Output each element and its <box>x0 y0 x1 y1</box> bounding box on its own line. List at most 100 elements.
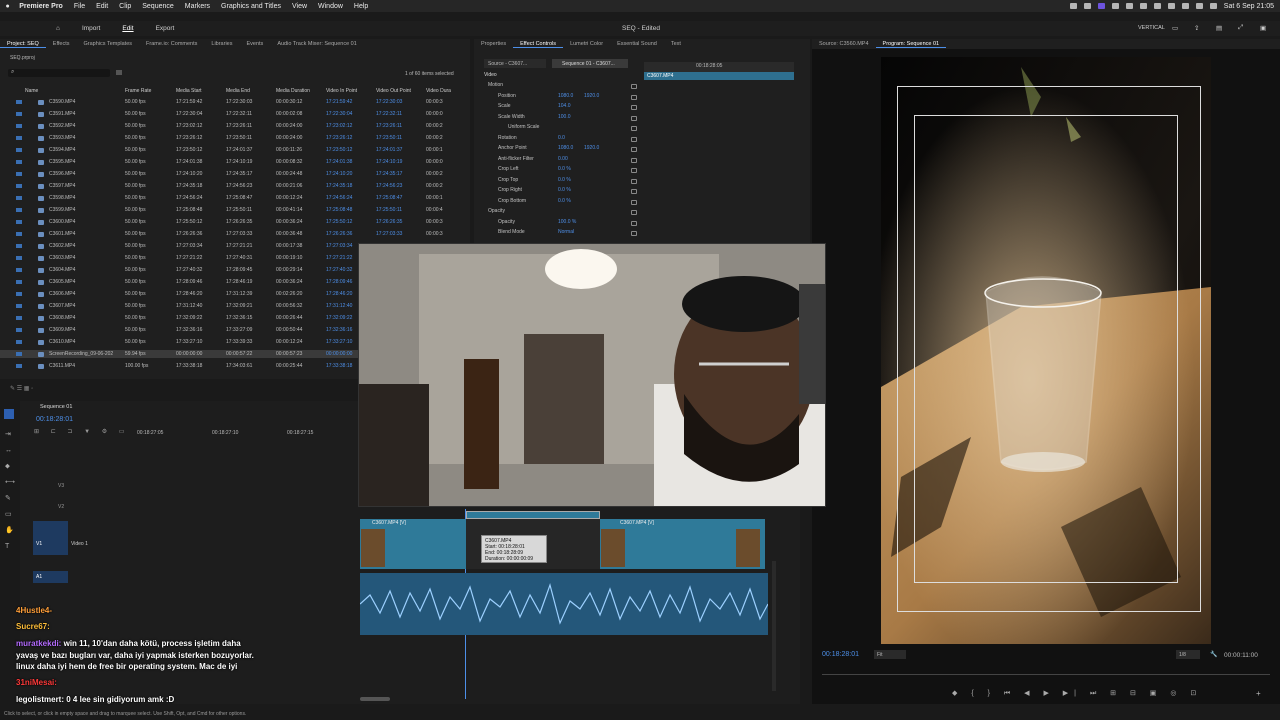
sequence-tab[interactable]: Sequence 01 <box>40 404 72 410</box>
effect-property-value[interactable]: Normal <box>558 229 574 235</box>
display-icon[interactable] <box>1125 3 1133 9</box>
effect-property-row[interactable]: Crop Bottom 0.0 % <box>498 198 808 208</box>
effect-property-row[interactable]: Opacity 100.0 % <box>498 219 808 229</box>
track-v2-header[interactable]: V2 <box>33 504 64 510</box>
effect-property-value[interactable]: 104.0 <box>558 103 571 109</box>
search-icon[interactable] <box>1195 3 1203 9</box>
col-media-duration[interactable]: Media Duration <box>276 88 310 94</box>
menu-graphics[interactable]: Graphics and Titles <box>216 3 287 10</box>
effect-property-value-2[interactable]: 1920.0 <box>584 145 599 151</box>
timeline-vertical-scrollbar[interactable] <box>772 561 776 691</box>
col-video-out[interactable]: Video Out Point <box>376 88 411 94</box>
effect-property-value[interactable]: 0.0 % <box>558 166 571 172</box>
effect-property-row[interactable]: Anchor Point 1080.0 1920.0 <box>498 145 808 155</box>
program-scrubber[interactable] <box>822 667 1270 675</box>
effect-property-row[interactable]: Crop Right 0.0 % <box>498 187 808 197</box>
effect-property-value[interactable]: 0.0 % <box>558 198 571 204</box>
tab-source-monitor[interactable]: Source: C3560.MP4 <box>812 41 876 47</box>
project-row[interactable]: C3596.MP4 50.00 fps 17:24:10:20 17:24:35:17… <box>0 170 470 178</box>
transport-controls[interactable]: ◆ { } ⏮ ◀ ▶ ▶| ⏭ ⊞ ⊟ ▣ ◎ ⊡ <box>952 689 1202 698</box>
project-row[interactable]: C3595.MP4 50.00 fps 17:24:01:38 17:24:10:19… <box>0 158 470 166</box>
import-tab[interactable]: Import <box>71 25 111 32</box>
app-tray-icon[interactable] <box>1111 3 1119 9</box>
effect-property-value[interactable]: 0.0 <box>558 135 565 141</box>
panel-icon[interactable]: ▣ <box>1260 24 1266 32</box>
reset-parameter-icon[interactable] <box>631 147 637 152</box>
col-media-start[interactable]: Media Start <box>176 88 202 94</box>
export-tab[interactable]: Export <box>145 25 186 32</box>
project-row[interactable]: C3601.MP4 50.00 fps 17:26:26:36 17:27:03:33… <box>0 230 470 238</box>
reset-parameter-icon[interactable] <box>631 168 637 173</box>
tab-libraries[interactable]: Libraries <box>204 41 239 47</box>
effect-property-value[interactable]: 0.0 % <box>558 187 571 193</box>
effect-property-row[interactable]: Uniform Scale <box>508 124 808 134</box>
tab-essential-sound[interactable]: Essential Sound <box>610 41 664 47</box>
effect-property-value[interactable]: 0.00 <box>558 156 568 162</box>
effect-property-value[interactable]: 0.0 % <box>558 177 571 183</box>
fullscreen-icon[interactable]: ⤢ <box>1238 24 1243 32</box>
project-row[interactable]: C3599.MP4 50.00 fps 17:25:08:48 17:25:50:11… <box>0 206 470 214</box>
reset-parameter-icon[interactable] <box>631 220 637 226</box>
reset-parameter-icon[interactable] <box>631 199 637 205</box>
cloud-icon[interactable] <box>1083 3 1091 9</box>
menu-window[interactable]: Window <box>313 3 349 10</box>
clock[interactable]: Sat 6 Sep 21:05 <box>1224 3 1274 10</box>
reset-parameter-icon[interactable] <box>631 231 637 236</box>
reset-parameter-icon[interactable] <box>631 115 637 121</box>
quick-export-icon[interactable]: ▤ <box>1216 24 1222 32</box>
share-icon[interactable]: ⇪ <box>1194 24 1199 32</box>
sequence-dropdown[interactable]: Sequence 01 - C3607... <box>552 59 628 68</box>
effect-property-row[interactable]: Crop Top 0.0 % <box>498 177 808 187</box>
tool-icons[interactable]: ⇥ ↔ ⬥ ⟷ ✎ ▭ ✋ T <box>5 427 15 555</box>
project-row[interactable]: C3591.MP4 50.00 fps 17:22:30:04 17:22:32:11… <box>0 110 470 118</box>
menu-file[interactable]: File <box>68 3 90 10</box>
reset-parameter-icon[interactable] <box>631 178 637 184</box>
program-video-frame[interactable] <box>881 57 1211 644</box>
tab-properties[interactable]: Properties <box>474 41 513 47</box>
effect-property-row[interactable]: Position 1080.0 1920.0 <box>498 93 808 103</box>
reset-parameter-icon[interactable] <box>631 189 637 194</box>
col-name[interactable]: Name <box>25 88 38 94</box>
track-a1-header[interactable]: A1 <box>33 571 68 583</box>
effect-property-value[interactable]: 100.0 % <box>558 219 576 225</box>
fit-dropdown[interactable]: Fit <box>874 650 906 659</box>
workspaces-icon[interactable]: ▭ <box>1172 24 1178 32</box>
col-media-end[interactable]: Media End <box>226 88 250 94</box>
menu-markers[interactable]: Markers <box>179 3 215 10</box>
timeline-timecode[interactable]: 00:18:28:01 <box>36 416 73 423</box>
reset-parameter-icon[interactable] <box>631 210 637 215</box>
control-center-icon[interactable] <box>1209 3 1217 9</box>
home-icon[interactable]: ⌂ <box>0 25 71 32</box>
reset-parameter-icon[interactable] <box>631 126 637 131</box>
effect-property-row[interactable]: Scale Width 100.0 <box>498 114 808 124</box>
menu-edit[interactable]: Edit <box>91 3 114 10</box>
project-row[interactable]: C3597.MP4 50.00 fps 17:24:35:18 17:24:56:23… <box>0 182 470 190</box>
effect-property-row[interactable]: Scale 104.0 <box>498 103 808 113</box>
record-icon[interactable] <box>1069 3 1077 9</box>
resolution-dropdown[interactable]: 1/8 <box>1176 650 1200 659</box>
reset-parameter-icon[interactable] <box>631 84 637 89</box>
tab-lumetri[interactable]: Lumetri Color <box>563 41 610 47</box>
tab-events[interactable]: Events <box>239 41 270 47</box>
effect-property-row[interactable]: Motion <box>488 82 808 92</box>
effect-property-value[interactable]: 100.0 <box>558 114 571 120</box>
menu-help[interactable]: Help <box>348 3 373 10</box>
edit-tab[interactable]: Edit <box>111 25 144 32</box>
reset-parameter-icon[interactable] <box>631 94 637 100</box>
timeline-tools[interactable]: ⊞ ⊏ ⊐ ▼ ⚙ ▭ <box>34 428 129 435</box>
tab-text[interactable]: Text <box>664 41 688 47</box>
project-row[interactable]: C3600.MP4 50.00 fps 17:25:50:12 17:26:26:35… <box>0 218 470 226</box>
tab-effect-controls[interactable]: Effect Controls <box>513 41 564 48</box>
tab-audio-mixer[interactable]: Audio Track Mixer: Sequence 01 <box>270 41 364 47</box>
track-v1-header[interactable]: V1 Video 1 <box>33 521 88 555</box>
video-clip-1[interactable]: C3607.MP4 [V] <box>360 519 466 569</box>
menu-sequence[interactable]: Sequence <box>137 3 180 10</box>
effect-property-row[interactable]: Anti-flicker Filter 0.00 <box>498 156 808 166</box>
battery-icon[interactable] <box>1153 3 1161 9</box>
reset-parameter-icon[interactable] <box>631 105 637 110</box>
audio-clip[interactable] <box>359 573 769 635</box>
dropbox-icon[interactable] <box>1139 3 1147 9</box>
project-search-input[interactable]: ⌕ <box>8 69 110 77</box>
reset-parameter-icon[interactable] <box>631 157 637 163</box>
menu-view[interactable]: View <box>286 3 312 10</box>
